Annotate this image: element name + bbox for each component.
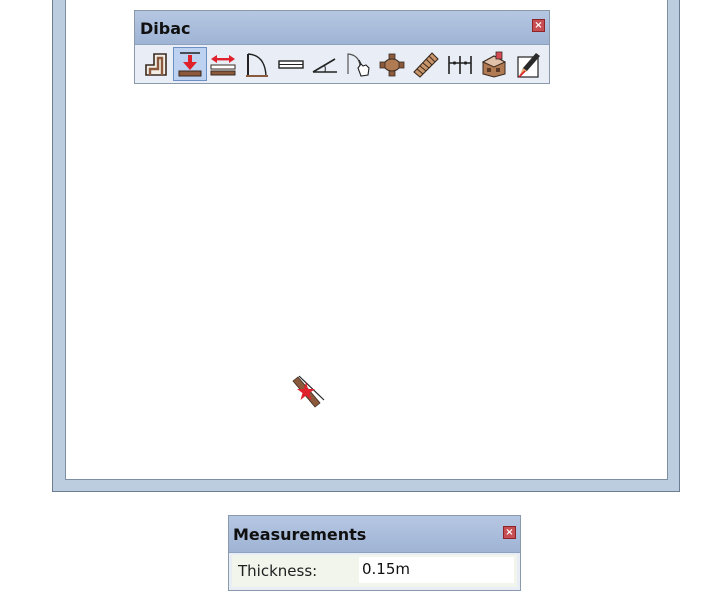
stair-icon [413, 52, 440, 78]
flip-door-icon [347, 53, 370, 77]
extend-wall-tool[interactable] [207, 47, 241, 81]
thickness-label: Thickness: [238, 562, 318, 580]
furniture-icon [380, 53, 405, 77]
toolbar-tools [139, 47, 545, 81]
window-icon [278, 60, 304, 69]
wall-from-line-tool[interactable] [172, 47, 207, 81]
furniture-tool[interactable] [376, 47, 410, 81]
dibac-3d-tool[interactable] [477, 47, 511, 81]
window-tool[interactable] [274, 47, 308, 81]
dimension-tool[interactable] [443, 47, 477, 81]
toolbar-close-button[interactable]: × [532, 19, 545, 32]
thickness-input[interactable]: 0.15m [359, 557, 514, 583]
dibac-toolbar: Dibac × [134, 10, 550, 84]
edit-pencil-icon [517, 53, 540, 78]
measurements-panel: Measurements × Thickness: 0.15m [228, 515, 521, 591]
3d-model-icon [481, 51, 506, 78]
toolbar-titlebar[interactable]: Dibac × [135, 11, 549, 45]
opening-icon [312, 58, 337, 73]
toolbar-title: Dibac [140, 19, 191, 38]
dimension-icon [448, 56, 472, 74]
measurements-close-button[interactable]: × [503, 526, 516, 539]
thickness-value: 0.15m [362, 560, 411, 578]
extend-wall-icon [210, 55, 236, 76]
opening-tool[interactable] [308, 47, 342, 81]
door-icon [246, 53, 269, 77]
wall-from-line-icon [178, 52, 202, 77]
measurements-titlebar[interactable]: Measurements × [229, 516, 520, 553]
wall-icon [145, 53, 167, 76]
wall-tool[interactable] [139, 47, 173, 81]
edit-tool[interactable] [511, 47, 545, 81]
measurements-title: Measurements [233, 525, 367, 544]
wall-cursor-icon [292, 375, 325, 408]
measurements-row: Thickness: 0.15m [232, 555, 517, 587]
door-tool[interactable] [240, 47, 274, 81]
flip-door-tool[interactable] [342, 47, 376, 81]
stair-tool[interactable] [409, 47, 443, 81]
